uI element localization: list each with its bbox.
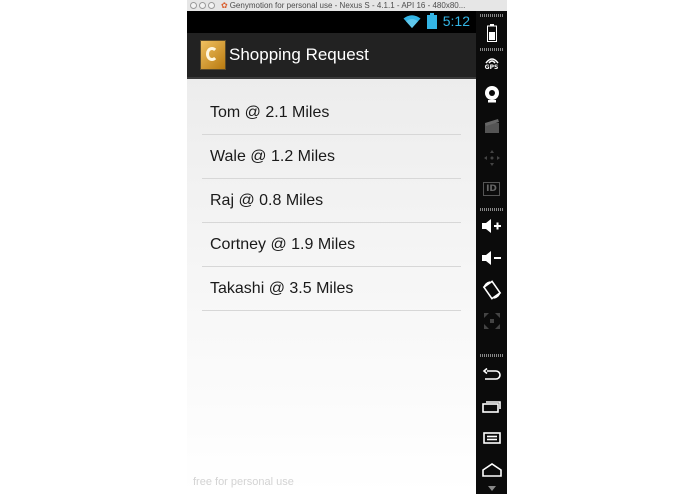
- volume-up-icon: [481, 218, 503, 234]
- toolbar-scroll-down-button[interactable]: [476, 483, 507, 493]
- side-toolbar: GPS ID: [476, 11, 507, 494]
- battery-icon: [426, 13, 437, 29]
- home-icon: [481, 463, 502, 477]
- id-icon: ID: [483, 182, 500, 196]
- request-list: Tom @ 2.1 Miles Wale @ 1.2 Miles Raj @ 0…: [202, 91, 461, 311]
- list-item[interactable]: Raj @ 0.8 Miles: [202, 179, 461, 223]
- watermark: free for personal use: [193, 476, 294, 488]
- menu-button[interactable]: [476, 427, 507, 449]
- list-item-label: Takashi @ 3.5 Miles: [210, 279, 354, 297]
- volume-down-icon: [481, 250, 503, 266]
- rotate-icon: [482, 280, 502, 300]
- scale-button[interactable]: [476, 310, 507, 332]
- gps-icon: [484, 57, 499, 64]
- battery-icon: [486, 24, 497, 42]
- menu-icon: [482, 431, 502, 445]
- media-tool-button[interactable]: [476, 115, 507, 137]
- list-item-label: Tom @ 2.1 Miles: [210, 103, 330, 121]
- toolbar-separator: [480, 354, 503, 357]
- rotate-button[interactable]: [476, 278, 507, 302]
- toolbar-separator: [480, 208, 503, 211]
- list-item[interactable]: Wale @ 1.2 Miles: [202, 135, 461, 179]
- close-window-button[interactable]: [190, 2, 197, 9]
- status-bar: 5:12: [187, 11, 476, 33]
- gps-tool-button[interactable]: GPS: [476, 53, 507, 75]
- list-item-label: Raj @ 0.8 Miles: [210, 191, 324, 209]
- recent-apps-icon: [481, 399, 502, 413]
- camera-icon: [484, 85, 500, 103]
- list-item[interactable]: Takashi @ 3.5 Miles: [202, 267, 461, 311]
- device-screen: 5:12 Shopping Request Tom @ 2.1 Miles Wa…: [187, 11, 476, 494]
- camera-tool-button[interactable]: [476, 83, 507, 105]
- list-item[interactable]: Cortney @ 1.9 Miles: [202, 223, 461, 267]
- media-icon: [484, 118, 500, 134]
- toolbar-separator: [480, 14, 503, 17]
- action-bar: Shopping Request: [187, 33, 476, 79]
- dpad-tool-button[interactable]: [476, 147, 507, 169]
- chevron-down-icon: [487, 485, 496, 491]
- action-bar-title: Shopping Request: [229, 45, 369, 64]
- genymotion-icon: ✿: [221, 1, 228, 10]
- volume-down-button[interactable]: [476, 247, 507, 269]
- toolbar-separator: [480, 48, 503, 51]
- gps-label: GPS: [484, 64, 499, 71]
- list-item-label: Wale @ 1.2 Miles: [210, 147, 336, 165]
- maximize-window-button[interactable]: [208, 2, 215, 9]
- device-id-tool-button[interactable]: ID: [476, 178, 507, 200]
- status-icons: 5:12: [403, 13, 470, 29]
- minimize-window-button[interactable]: [199, 2, 206, 9]
- status-clock: 5:12: [442, 13, 470, 29]
- list-item[interactable]: Tom @ 2.1 Miles: [202, 91, 461, 135]
- dpad-icon: [483, 149, 501, 167]
- recent-apps-button[interactable]: [476, 395, 507, 417]
- battery-tool-button[interactable]: [476, 22, 507, 44]
- back-button[interactable]: [476, 364, 507, 386]
- app-logo-icon[interactable]: [200, 40, 226, 70]
- home-button[interactable]: [476, 459, 507, 481]
- list-item-label: Cortney @ 1.9 Miles: [210, 235, 356, 253]
- window-title-text: Genymotion for personal use - Nexus S - …: [229, 1, 466, 10]
- volume-up-button[interactable]: [476, 215, 507, 237]
- scale-icon: [483, 312, 501, 330]
- window-controls[interactable]: [190, 2, 215, 9]
- wifi-icon: [403, 14, 421, 29]
- window-title: ✿ Genymotion for personal use - Nexus S -…: [221, 0, 465, 11]
- back-icon: [482, 368, 502, 382]
